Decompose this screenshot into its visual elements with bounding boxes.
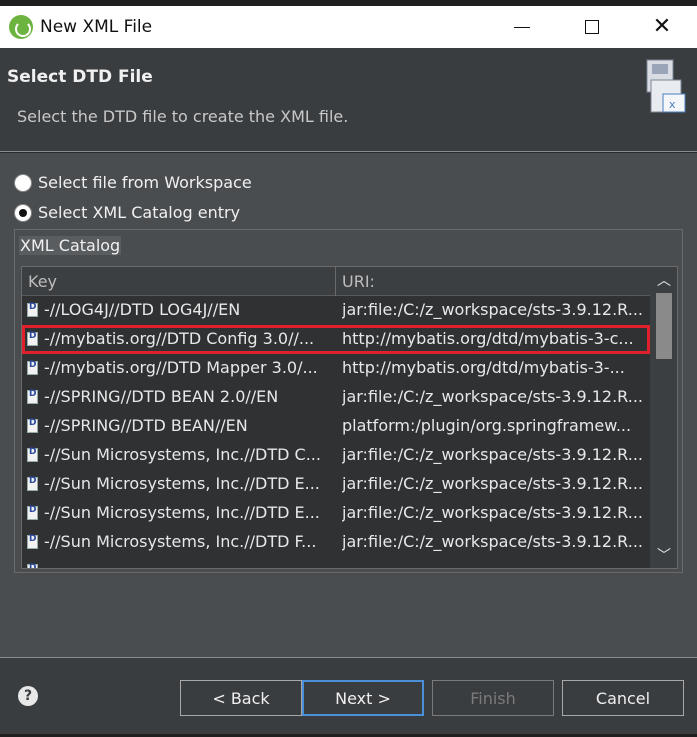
row-uri: http://mybatis.org/dtd/mybatis-3-c... bbox=[342, 329, 634, 348]
radio-workspace[interactable] bbox=[14, 173, 32, 192]
row-uri: jar:file:/C:/z_workspace/sts-3.9.12.R... bbox=[342, 474, 642, 493]
table-row[interactable]: -//SPRING//DTD BEAN 2.0//EN jar:file:/C:/… bbox=[22, 383, 650, 412]
close-button[interactable]: ✕ bbox=[627, 6, 697, 48]
option-workspace[interactable]: Select file from Workspace bbox=[14, 173, 252, 192]
close-icon: ✕ bbox=[652, 14, 672, 39]
xml-catalog-group: XML Catalog Key URI: -//LOG4J//DTD LOG4J… bbox=[14, 229, 683, 573]
chevron-down-icon[interactable]: ﹀ bbox=[650, 544, 677, 566]
dtd-file-icon bbox=[27, 534, 38, 549]
row-uri: jar:file:/C:/z_workspace/sts-3.9.12.R... bbox=[342, 387, 642, 406]
row-uri: http://mybatis.org/dtd/mybatis-3-... bbox=[342, 358, 625, 377]
table-row[interactable]: -//Sun Microsystems, Inc.//DTD C... jar:f… bbox=[22, 441, 650, 470]
next-button[interactable]: Next > bbox=[302, 680, 424, 716]
dtd-file-icon bbox=[27, 563, 38, 568]
table-row[interactable]: -//mybatis.org//DTD Config 3.0//... http:… bbox=[22, 325, 650, 354]
column-header-uri[interactable]: URI: bbox=[342, 272, 375, 291]
table-row[interactable]: -//SPRING//DTD BEAN//EN platform:/plugin/… bbox=[22, 412, 650, 441]
title-bar: New XML File ✕ bbox=[0, 6, 697, 48]
maximize-icon bbox=[585, 20, 599, 34]
table-row[interactable]: -//Sun Microsystems, Inc.//DTD E... jar:f… bbox=[22, 470, 650, 499]
row-key: -//SPRING//DTD BEAN//EN bbox=[44, 416, 248, 435]
dtd-file-icon bbox=[27, 331, 38, 346]
table-row[interactable]: -//mybatis.org//DTD Mapper 3.0/... http:/… bbox=[22, 354, 650, 383]
table-row[interactable] bbox=[22, 557, 650, 568]
option-catalog-label: Select XML Catalog entry bbox=[38, 203, 241, 222]
back-button[interactable]: < Back bbox=[180, 680, 302, 716]
page-title: Select DTD File bbox=[7, 67, 153, 87]
table-header: Key URI: bbox=[22, 267, 650, 296]
xml-catalog-label: XML Catalog bbox=[19, 236, 122, 255]
column-header-key[interactable]: Key bbox=[28, 272, 57, 291]
dtd-file-icon bbox=[27, 360, 38, 375]
table-row[interactable]: -//Sun Microsystems, Inc.//DTD E... jar:f… bbox=[22, 499, 650, 528]
row-key: -//mybatis.org//DTD Config 3.0//... bbox=[44, 329, 315, 348]
dtd-file-icon bbox=[27, 418, 38, 433]
row-key: -//Sun Microsystems, Inc.//DTD C... bbox=[44, 445, 321, 464]
dtd-file-icon bbox=[27, 302, 38, 317]
vertical-scrollbar[interactable]: ︿ ﹀ bbox=[650, 267, 677, 568]
wizard-content: Select file from Workspace Select XML Ca… bbox=[0, 153, 697, 657]
dtd-file-icon bbox=[27, 476, 38, 491]
finish-button[interactable]: Finish bbox=[432, 680, 554, 716]
wizard-banner: Select DTD File Select the DTD file to c… bbox=[0, 48, 697, 152]
maximize-button[interactable] bbox=[557, 6, 627, 48]
option-workspace-label: Select file from Workspace bbox=[38, 173, 252, 192]
row-key: -//LOG4J//DTD LOG4J//EN bbox=[44, 300, 241, 319]
dtd-file-icon bbox=[27, 447, 38, 462]
window-title: New XML File bbox=[40, 17, 153, 37]
xml-file-wizard-icon: x bbox=[646, 59, 686, 113]
svg-text:x: x bbox=[669, 98, 676, 111]
minimize-button[interactable] bbox=[487, 6, 557, 48]
table-body: -//LOG4J//DTD LOG4J//EN jar:file:/C:/z_wo… bbox=[22, 296, 650, 568]
row-key: -//mybatis.org//DTD Mapper 3.0/... bbox=[44, 358, 318, 377]
row-uri: jar:file:/C:/z_workspace/sts-3.9.12.R... bbox=[342, 532, 642, 551]
chevron-up-icon[interactable]: ︿ bbox=[650, 269, 677, 291]
row-uri: jar:file:/C:/z_workspace/sts-3.9.12.R... bbox=[342, 445, 642, 464]
table-row[interactable]: -//LOG4J//DTD LOG4J//EN jar:file:/C:/z_wo… bbox=[22, 296, 650, 325]
page-description: Select the DTD file to create the XML fi… bbox=[17, 107, 349, 126]
table-row[interactable]: -//Sun Microsystems, Inc.//DTD F... jar:f… bbox=[22, 528, 650, 557]
dtd-file-icon bbox=[27, 389, 38, 404]
row-key: -//Sun Microsystems, Inc.//DTD E... bbox=[44, 503, 320, 522]
option-catalog[interactable]: Select XML Catalog entry bbox=[14, 203, 240, 222]
radio-catalog[interactable] bbox=[14, 203, 32, 222]
help-icon[interactable]: ? bbox=[18, 686, 38, 706]
column-separator[interactable] bbox=[335, 267, 336, 296]
window-controls: ✕ bbox=[487, 6, 697, 48]
catalog-table[interactable]: Key URI: -//LOG4J//DTD LOG4J//EN jar:file… bbox=[21, 266, 678, 569]
row-key: -//Sun Microsystems, Inc.//DTD E... bbox=[44, 474, 320, 493]
row-key: -//Sun Microsystems, Inc.//DTD F... bbox=[44, 532, 317, 551]
spring-leaf-icon bbox=[9, 15, 33, 39]
row-uri: jar:file:/C:/z_workspace/sts-3.9.12.R... bbox=[342, 300, 642, 319]
row-uri: jar:file:/C:/z_workspace/sts-3.9.12.R... bbox=[342, 503, 642, 522]
dtd-file-icon bbox=[27, 505, 38, 520]
row-key: -//SPRING//DTD BEAN 2.0//EN bbox=[44, 387, 279, 406]
scrollbar-thumb[interactable] bbox=[656, 293, 672, 359]
cancel-button[interactable]: Cancel bbox=[562, 680, 684, 716]
row-uri: platform:/plugin/org.springframew... bbox=[342, 416, 632, 435]
minimize-icon bbox=[514, 26, 530, 28]
wizard-footer: ? < Back Next > Finish Cancel bbox=[0, 657, 697, 737]
